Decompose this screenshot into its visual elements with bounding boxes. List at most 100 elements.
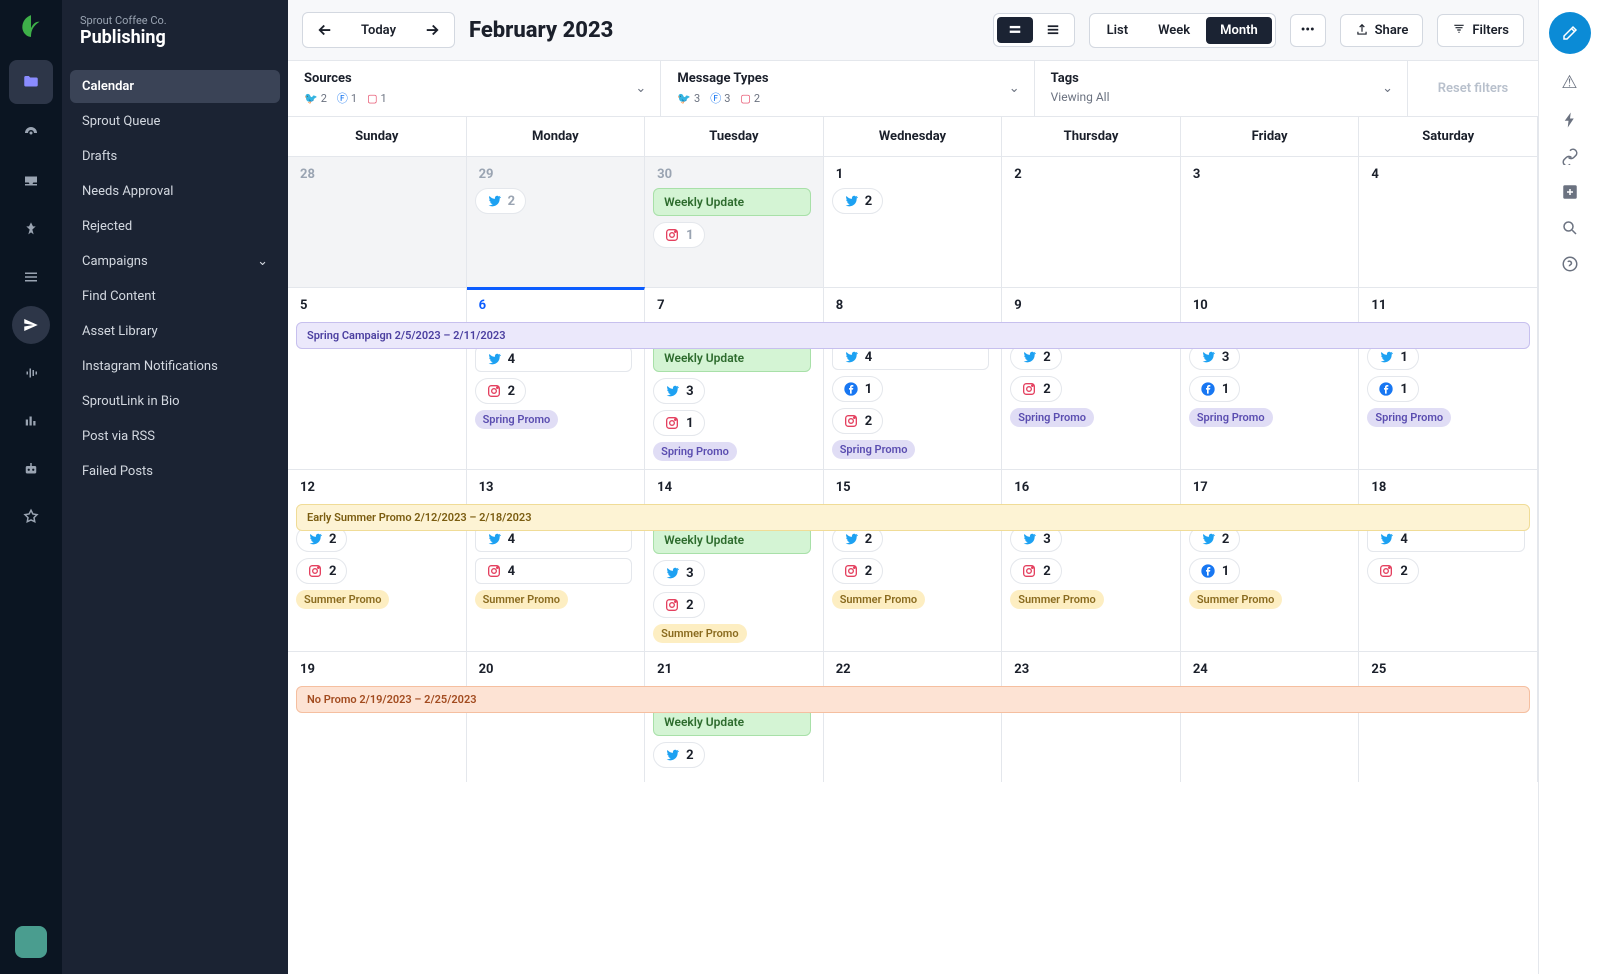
sidebar-item-needs-approval[interactable]: Needs Approval bbox=[70, 175, 280, 208]
calendar-day[interactable]: 1632Summer Promo bbox=[1002, 470, 1181, 651]
calendar-day[interactable]: 642Spring Promo bbox=[467, 287, 646, 469]
post-count-chip[interactable]: 3 bbox=[653, 560, 704, 586]
promo-tag[interactable]: Summer Promo bbox=[1189, 590, 1282, 609]
calendar-day[interactable]: 2 bbox=[1002, 157, 1181, 287]
filter-tags[interactable]: Tags Viewing All ⌄ bbox=[1035, 61, 1408, 116]
nav-pin-icon[interactable] bbox=[12, 210, 50, 248]
nav-bot-icon[interactable] bbox=[12, 450, 50, 488]
event-pill[interactable]: Weekly Update bbox=[653, 188, 811, 216]
link-icon[interactable] bbox=[1561, 147, 1579, 165]
calendar-day[interactable]: 24 bbox=[1181, 652, 1360, 782]
post-count-chip[interactable]: 2 bbox=[832, 188, 883, 214]
density-compact[interactable] bbox=[1035, 17, 1071, 43]
bolt-icon[interactable] bbox=[1561, 111, 1579, 129]
calendar-day[interactable]: 3 bbox=[1181, 157, 1360, 287]
nav-gauge-icon[interactable] bbox=[12, 114, 50, 152]
post-count-chip[interactable]: 2 bbox=[1010, 376, 1061, 402]
post-count-chip[interactable]: 3 bbox=[653, 378, 704, 404]
sidebar-item-sproutlink-in-bio[interactable]: SproutLink in Bio bbox=[70, 385, 280, 418]
filter-types[interactable]: Message Types 🐦3 Ⓕ3 ▢2 ⌄ bbox=[661, 61, 1034, 116]
user-avatar[interactable] bbox=[15, 926, 47, 958]
view-week[interactable]: Week bbox=[1144, 17, 1204, 44]
post-count-chip[interactable]: 2 bbox=[653, 592, 704, 618]
calendar-day[interactable]: 1111Spring Promo bbox=[1359, 288, 1538, 469]
nav-list-icon[interactable] bbox=[12, 258, 50, 296]
calendar-day[interactable]: 922Spring Promo bbox=[1002, 288, 1181, 469]
post-count-chip[interactable]: 2 bbox=[832, 408, 883, 434]
post-count-chip[interactable]: 2 bbox=[832, 558, 883, 584]
post-count-chip[interactable]: 1 bbox=[832, 376, 883, 402]
calendar-day[interactable]: 4 bbox=[1359, 157, 1538, 287]
nav-send-icon[interactable] bbox=[12, 306, 50, 344]
calendar-day[interactable]: 1344Summer Promo bbox=[467, 470, 646, 651]
nav-star-icon[interactable] bbox=[12, 498, 50, 536]
promo-tag[interactable]: Summer Promo bbox=[475, 590, 568, 609]
calendar-day[interactable]: 1842 bbox=[1359, 470, 1538, 651]
calendar-day[interactable]: 30Weekly Update1 bbox=[645, 157, 824, 287]
promo-tag[interactable]: Summer Promo bbox=[653, 624, 746, 643]
calendar-day[interactable]: 1222Summer Promo bbox=[288, 470, 467, 651]
today-button[interactable]: Today bbox=[347, 23, 410, 38]
promo-tag[interactable]: Summer Promo bbox=[832, 590, 925, 609]
post-count-chip[interactable]: 2 bbox=[1010, 558, 1061, 584]
post-count-chip[interactable]: 1 bbox=[653, 222, 704, 248]
post-count-chip[interactable]: 1 bbox=[1189, 376, 1240, 402]
sidebar-item-asset-library[interactable]: Asset Library bbox=[70, 315, 280, 348]
calendar-day[interactable]: 19 bbox=[288, 652, 467, 782]
calendar-day[interactable]: 7Weekly Update31Spring Promo bbox=[645, 288, 824, 469]
prev-button[interactable] bbox=[303, 13, 347, 47]
post-count-chip[interactable]: 2 bbox=[475, 188, 526, 214]
next-button[interactable] bbox=[410, 13, 454, 47]
promo-tag[interactable]: Spring Promo bbox=[653, 442, 737, 461]
calendar-day[interactable]: 14Weekly Update32Summer Promo bbox=[645, 470, 824, 651]
promo-tag[interactable]: Summer Promo bbox=[296, 590, 389, 609]
density-comfort[interactable] bbox=[997, 17, 1033, 43]
calendar-day[interactable]: 8412Spring Promo bbox=[824, 288, 1003, 469]
share-button[interactable]: Share bbox=[1340, 14, 1424, 47]
promo-tag[interactable]: Spring Promo bbox=[832, 440, 916, 459]
calendar-day[interactable]: 12 bbox=[824, 157, 1003, 287]
promo-tag[interactable]: Spring Promo bbox=[1010, 408, 1094, 427]
compose-button[interactable] bbox=[1549, 12, 1591, 54]
sidebar-item-post-via-rss[interactable]: Post via RSS bbox=[70, 420, 280, 453]
campaign-banner[interactable]: Early Summer Promo 2/12/2023 – 2/18/2023 bbox=[296, 504, 1530, 531]
promo-tag[interactable]: Spring Promo bbox=[1367, 408, 1451, 427]
calendar-day[interactable]: 20 bbox=[467, 652, 646, 782]
campaign-banner[interactable]: No Promo 2/19/2023 – 2/25/2023 bbox=[296, 686, 1530, 713]
promo-tag[interactable]: Summer Promo bbox=[1010, 590, 1103, 609]
nav-audio-icon[interactable] bbox=[12, 354, 50, 392]
campaign-banner[interactable]: Spring Campaign 2/5/2023 – 2/11/2023 bbox=[296, 322, 1530, 349]
promo-tag[interactable]: Spring Promo bbox=[475, 410, 559, 429]
help-icon[interactable] bbox=[1561, 255, 1579, 273]
calendar-day[interactable]: 292 bbox=[467, 157, 646, 287]
calendar-day[interactable]: 1031Spring Promo bbox=[1181, 288, 1360, 469]
nav-folder-icon[interactable] bbox=[9, 60, 53, 104]
post-count-chip[interactable]: 2 bbox=[296, 558, 347, 584]
sidebar-item-calendar[interactable]: Calendar bbox=[70, 70, 280, 103]
post-count-chip[interactable]: 2 bbox=[1367, 558, 1418, 584]
view-month[interactable]: Month bbox=[1206, 17, 1272, 44]
post-count-chip[interactable]: 4 bbox=[475, 558, 633, 584]
sidebar-item-find-content[interactable]: Find Content bbox=[70, 280, 280, 313]
sidebar-item-failed-posts[interactable]: Failed Posts bbox=[70, 455, 280, 488]
reset-filters[interactable]: Reset filters bbox=[1408, 61, 1538, 116]
search-icon[interactable] bbox=[1561, 219, 1579, 237]
sidebar-item-sprout-queue[interactable]: Sprout Queue bbox=[70, 105, 280, 138]
calendar-day[interactable]: 21Weekly Update2 bbox=[645, 652, 824, 782]
post-count-chip[interactable]: 2 bbox=[653, 742, 704, 768]
calendar-day[interactable]: 28 bbox=[288, 157, 467, 287]
calendar-day[interactable]: 22 bbox=[824, 652, 1003, 782]
alert-icon[interactable]: ⚠ bbox=[1561, 72, 1577, 93]
more-button[interactable]: ••• bbox=[1290, 14, 1326, 47]
post-count-chip[interactable]: 4 bbox=[475, 346, 633, 372]
promo-tag[interactable]: Spring Promo bbox=[1189, 408, 1273, 427]
sidebar-item-campaigns[interactable]: Campaigns⌄ bbox=[70, 245, 280, 278]
filter-sources[interactable]: Sources 🐦2 Ⓕ1 ▢1 ⌄ bbox=[288, 61, 661, 116]
filters-button[interactable]: Filters bbox=[1437, 14, 1524, 47]
calendar-day[interactable]: 23 bbox=[1002, 652, 1181, 782]
calendar-day[interactable]: 25 bbox=[1359, 652, 1538, 782]
sidebar-item-drafts[interactable]: Drafts bbox=[70, 140, 280, 173]
post-count-chip[interactable]: 1 bbox=[1189, 558, 1240, 584]
nav-chart-icon[interactable] bbox=[12, 402, 50, 440]
add-icon[interactable] bbox=[1561, 183, 1579, 201]
